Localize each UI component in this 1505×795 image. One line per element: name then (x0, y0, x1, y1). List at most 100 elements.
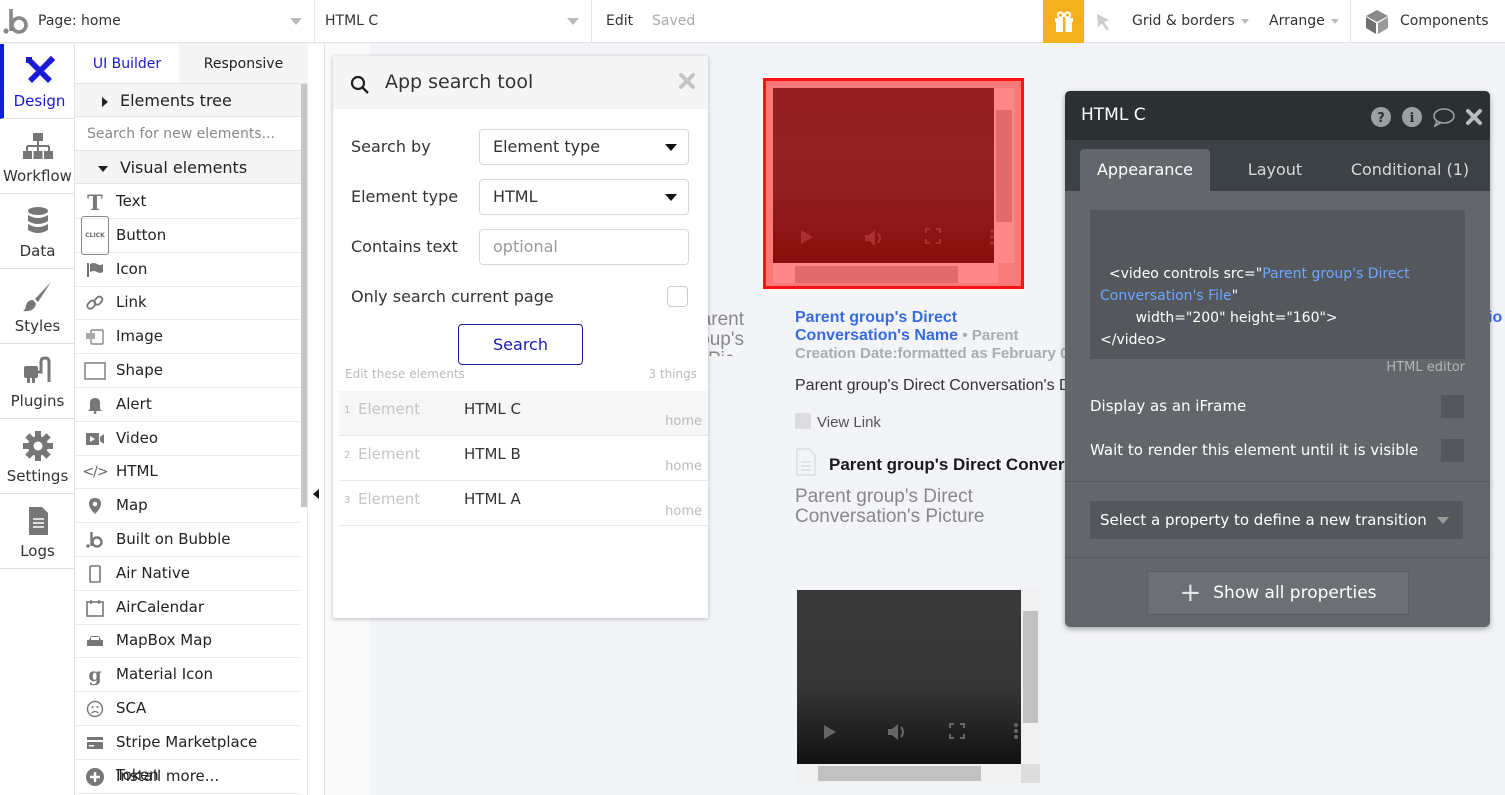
palette-item-alert[interactable]: Alert (75, 388, 301, 422)
bell-icon (83, 395, 107, 415)
conversation-date[interactable]: Creation Date:formatted as February 01 (795, 345, 1065, 362)
element-search-input[interactable]: Search for new elements... (75, 118, 301, 151)
palette-item-button[interactable]: CLICK Button (75, 216, 301, 256)
horizontal-scrollbar[interactable] (797, 764, 1021, 783)
palette-item-link[interactable]: Link (75, 286, 301, 321)
html-c-element-selected[interactable] (763, 78, 1024, 289)
search-result-row[interactable]: 2 Element HTML B home (339, 436, 708, 481)
search-tool-title: App search tool (385, 71, 534, 93)
elements-tree-toggle[interactable]: Elements tree (75, 84, 301, 117)
result-name: HTML A (464, 490, 521, 508)
fullscreen-icon[interactable] (925, 228, 941, 244)
view-link[interactable]: View Link (795, 413, 881, 431)
palette-item-video[interactable]: Video (75, 422, 301, 456)
divider (1065, 481, 1490, 482)
tab-appearance[interactable]: Appearance (1080, 149, 1210, 191)
close-icon[interactable] (1465, 108, 1483, 126)
palette-item-material-icon[interactable]: g Material Icon (75, 658, 301, 693)
palette-item-html[interactable]: </> HTML (75, 455, 301, 490)
wait-render-checkbox[interactable] (1441, 439, 1464, 462)
display-iframe-checkbox[interactable] (1441, 395, 1464, 418)
components-button[interactable]: Components (1400, 0, 1489, 43)
rail-item-data[interactable]: Data (0, 194, 75, 269)
palette-item-mapbox-map[interactable]: MapBox Map (75, 624, 301, 659)
only-current-page-checkbox[interactable] (667, 286, 688, 307)
fullscreen-icon[interactable] (949, 723, 965, 739)
video-player[interactable] (773, 88, 998, 263)
palette-item-aircalendar[interactable]: AirCalendar (75, 591, 301, 625)
horizontal-scrollbar[interactable] (773, 263, 998, 283)
html-b-element[interactable] (797, 590, 1042, 783)
scroll-thumb[interactable] (996, 110, 1012, 222)
palette-item-shape[interactable]: Shape (75, 354, 301, 388)
palette-item-stripe-marketplace-token[interactable]: Stripe Marketplace Token (75, 726, 301, 784)
search-result-row[interactable]: 3 Element HTML A home (339, 481, 708, 526)
file-link[interactable]: Parent group's Direct Conversation's Fil… (795, 448, 1065, 476)
visual-elements-toggle[interactable]: Visual elements (75, 151, 301, 184)
scroll-thumb[interactable] (1023, 611, 1038, 723)
search-button[interactable]: Search (458, 324, 583, 365)
rail-item-plugins[interactable]: Plugins (0, 344, 75, 419)
element-type-dropdown[interactable]: HTML (479, 179, 689, 215)
palette-scrollbar[interactable] (301, 84, 307, 507)
element-selector[interactable]: HTML C (315, 0, 592, 43)
bubble-logo-icon[interactable] (2, 6, 30, 36)
scroll-thumb[interactable] (795, 266, 958, 283)
transition-dropdown[interactable]: Select a property to define a new transi… (1090, 501, 1463, 539)
element-type-label: Element type (351, 187, 459, 206)
html-code-editor[interactable]: <video controls src="Parent group's Dire… (1090, 210, 1465, 359)
rail-item-settings[interactable]: Settings (0, 419, 75, 494)
clipped-text[interactable]: Parent group's Pic (708, 310, 744, 356)
volume-icon[interactable] (863, 228, 885, 248)
palette-item-image[interactable]: Image (75, 320, 301, 355)
design-icon (25, 55, 55, 83)
rail-item-design[interactable]: Design (0, 44, 75, 119)
vertical-scrollbar[interactable] (1021, 590, 1040, 764)
search-result-row[interactable]: 1 Element HTML C home (339, 391, 708, 436)
external-link-icon (795, 413, 811, 429)
palette-item-built-on-bubble[interactable]: Built on Bubble (75, 523, 301, 557)
comment-icon[interactable] (1432, 107, 1456, 127)
contains-text-input[interactable]: optional (479, 229, 689, 265)
video-player[interactable] (797, 590, 1021, 764)
palette-item-map[interactable]: Map (75, 489, 301, 524)
picture-placeholder[interactable]: Parent group's Direct Conversation's Pic… (795, 487, 985, 527)
more-options-icon[interactable] (1013, 722, 1019, 740)
palette-item-label: Image (116, 327, 163, 346)
vertical-scrollbar[interactable] (994, 88, 1014, 263)
palette-item-icon[interactable]: Icon (75, 253, 301, 287)
info-icon[interactable]: i (1402, 107, 1422, 127)
rail-item-logs[interactable]: Logs (0, 494, 75, 569)
scroll-thumb[interactable] (818, 766, 981, 781)
play-icon[interactable] (822, 723, 838, 741)
grid-borders-menu[interactable]: Grid & borders (1132, 0, 1249, 43)
chevron-down-icon (567, 18, 579, 25)
page-selector[interactable]: Page: home (30, 0, 315, 43)
help-icon[interactable]: ? (1371, 107, 1391, 127)
conversation-description[interactable]: Parent group's Direct Conversation's Des… (795, 377, 1065, 395)
conversation-title[interactable]: Parent group's Direct Conversation's Nam… (795, 309, 1065, 345)
cursor-icon[interactable] (1094, 11, 1114, 33)
palette-item-sca[interactable]: SCA (75, 692, 301, 726)
tab-ui-builder[interactable]: UI Builder (75, 44, 179, 84)
close-icon[interactable] (678, 72, 696, 90)
rail-item-styles[interactable]: Styles (0, 269, 75, 344)
play-icon[interactable] (799, 228, 815, 246)
search-by-dropdown[interactable]: Element type (479, 129, 689, 165)
clipped-text[interactable]: io (1488, 309, 1505, 327)
volume-icon[interactable] (886, 722, 908, 742)
tab-conditional[interactable]: Conditional (1) (1340, 149, 1480, 191)
palette-item-text[interactable]: T Text (75, 185, 301, 219)
edit-menu[interactable]: Edit (606, 0, 633, 43)
palette-collapse-handle[interactable] (308, 44, 325, 795)
arrange-menu[interactable]: Arrange (1269, 0, 1339, 43)
property-editor-header[interactable]: HTML C ? i (1065, 91, 1490, 140)
gift-button[interactable] (1043, 0, 1084, 43)
rail-item-workflow[interactable]: Workflow (0, 119, 75, 194)
tab-responsive[interactable]: Responsive (179, 44, 308, 84)
palette-item-install-more[interactable]: Install more... (75, 760, 301, 794)
show-all-properties-button[interactable]: + Show all properties (1147, 571, 1409, 615)
code-text: width="200" height="160"> (1100, 310, 1338, 326)
palette-item-air-native[interactable]: Air Native (75, 557, 301, 591)
tab-layout[interactable]: Layout (1225, 149, 1325, 191)
